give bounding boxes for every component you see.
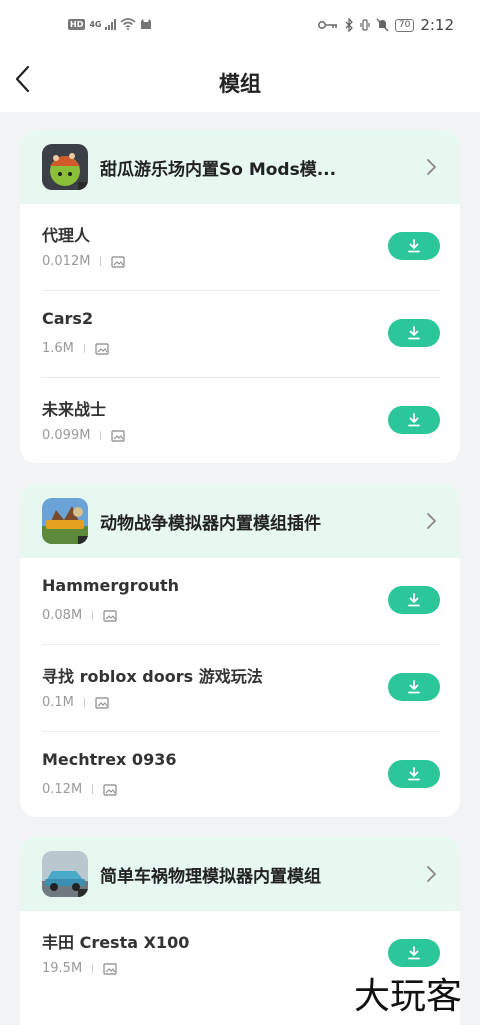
mod-meta: 0.099M [42, 428, 126, 443]
animal-war-game-icon [42, 498, 88, 544]
divider [83, 344, 85, 353]
download-button[interactable] [388, 406, 440, 434]
status-right: 70 2:12 [317, 16, 454, 34]
download-button[interactable] [388, 586, 440, 614]
melon-playground-game-icon [42, 144, 88, 190]
mod-meta: 19.5M [42, 961, 117, 976]
image-icon [111, 255, 126, 268]
mod-row: Mechtrex 0936 0.12M [42, 732, 440, 817]
mod-size: 1.6M [42, 341, 74, 356]
mod-group-card: 甜瓜游乐场内置So Mods模... 代理人 0.012M Cars2 1.6M… [20, 130, 460, 463]
mod-size: 0.1M [42, 695, 74, 710]
watermark-logo: 大玩客 [353, 976, 462, 1017]
mod-group-header[interactable]: 动物战争模拟器内置模组插件 [20, 484, 460, 558]
nav-bar: 模组 [0, 52, 480, 112]
bluetooth-icon [345, 18, 353, 32]
mod-group-header[interactable]: 甜瓜游乐场内置So Mods模... [20, 130, 460, 204]
image-icon [111, 429, 126, 442]
divider [92, 964, 94, 973]
image-icon [95, 696, 109, 709]
status-left: HD 4G [68, 18, 152, 30]
mod-name: 寻找 roblox doors 游戏玩法 [42, 667, 263, 686]
vibrate-icon [360, 19, 370, 31]
mod-row: 代理人 0.012M [42, 204, 440, 291]
download-icon [408, 593, 420, 607]
mod-name: Cars2 [42, 309, 94, 328]
image-icon [103, 962, 117, 975]
battery-indicator: 70 [394, 18, 415, 32]
download-icon [408, 946, 420, 960]
mod-row: Cars2 1.6M [42, 291, 440, 378]
mod-meta: 0.1M [42, 695, 109, 710]
mod-group-header[interactable]: 简单车祸物理模拟器内置模组 [20, 837, 460, 911]
mod-size: 19.5M [42, 961, 83, 976]
mod-meta: 1.6M [42, 341, 109, 356]
mod-size: 0.012M [42, 254, 91, 269]
mod-meta: 0.012M [42, 254, 126, 269]
game-title: 动物战争模拟器内置模组插件 [100, 513, 321, 534]
image-icon [103, 609, 117, 622]
mod-name: 丰田 Cresta X100 [42, 933, 190, 952]
key-icon [317, 21, 337, 29]
mod-name: 未来战士 [42, 400, 107, 419]
download-button[interactable] [388, 760, 440, 788]
status-time: 2:12 [420, 16, 454, 34]
mute-bell-icon [376, 18, 389, 32]
divider [100, 257, 102, 266]
download-icon [408, 680, 420, 694]
mod-meta: 0.08M [42, 608, 117, 623]
image-icon [103, 783, 117, 796]
download-button[interactable] [388, 939, 440, 967]
chevron-right-icon [427, 866, 437, 882]
download-button[interactable] [388, 319, 440, 347]
wifi-icon [120, 18, 137, 30]
image-icon [95, 342, 109, 355]
status-bar: HD 4G 70 2:12 [0, 0, 480, 52]
hd-badge: HD [68, 18, 86, 30]
download-icon [408, 239, 420, 253]
car-crash-game-icon [42, 851, 88, 897]
mod-name: Hammergrouth [42, 576, 180, 595]
network-label: 4G [89, 19, 102, 29]
mod-name: Mechtrex 0936 [42, 750, 177, 769]
download-button[interactable] [388, 673, 440, 701]
game-title: 甜瓜游乐场内置So Mods模... [100, 159, 337, 180]
download-icon [408, 413, 420, 427]
download-icon [408, 326, 420, 340]
chevron-right-icon [427, 513, 437, 529]
divider [83, 698, 85, 707]
cat-notification-icon [141, 19, 152, 29]
download-button[interactable] [388, 232, 440, 260]
game-title: 简单车祸物理模拟器内置模组 [100, 866, 321, 887]
mod-row: 寻找 roblox doors 游戏玩法 0.1M [42, 645, 440, 732]
page-title: 模组 [219, 72, 261, 96]
download-icon [408, 767, 420, 781]
mod-meta: 0.12M [42, 782, 117, 797]
mod-row: Hammergrouth 0.08M [42, 558, 440, 645]
mod-group-card: 动物战争模拟器内置模组插件 Hammergrouth 0.08M 寻找 robl… [20, 484, 460, 817]
divider [100, 431, 102, 440]
mod-name: 代理人 [42, 226, 91, 245]
mod-size: 0.099M [42, 428, 91, 443]
mod-row: 未来战士 0.099M [42, 378, 440, 463]
divider [92, 611, 94, 620]
divider [92, 785, 94, 794]
chevron-right-icon [427, 159, 437, 175]
mod-size: 0.08M [42, 608, 83, 623]
signal-icon [105, 18, 117, 30]
mod-size: 0.12M [42, 782, 83, 797]
